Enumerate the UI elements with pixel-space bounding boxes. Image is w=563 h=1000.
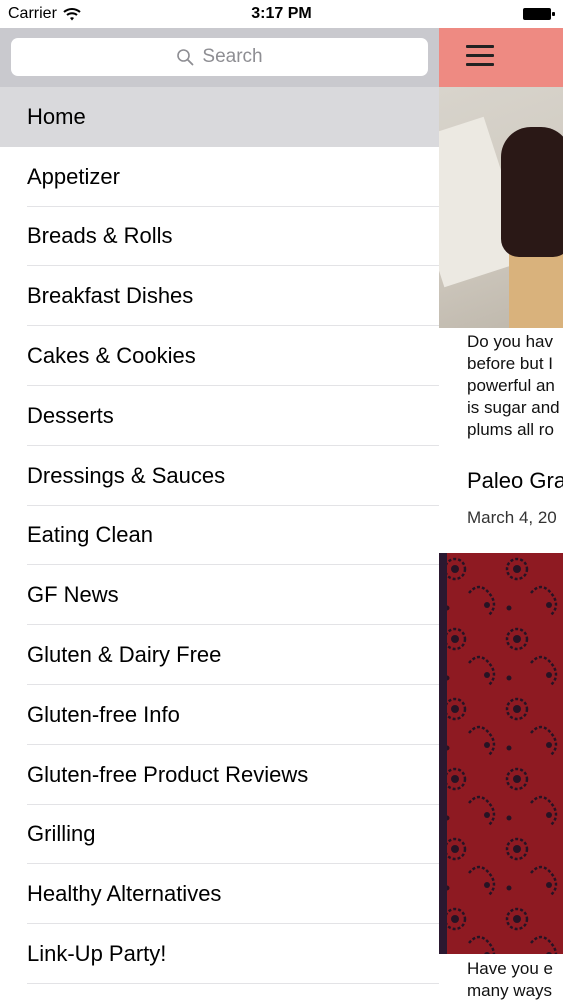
post-title[interactable]: Paleo Gra [467, 468, 563, 494]
menu-item-appetizer[interactable]: Appetizer [0, 147, 439, 207]
menu-item-gluten-free-product-reviews[interactable]: Gluten-free Product Reviews [0, 745, 439, 805]
post-excerpt: Have you e many ways [467, 958, 553, 1000]
excerpt-line: plums all ro [467, 420, 554, 439]
search-icon [177, 49, 194, 66]
menu-item-grilling[interactable]: Grilling [0, 805, 439, 865]
category-list: Home Appetizer Breads & Rolls Breakfast … [0, 87, 439, 984]
excerpt-line: Have you e [467, 959, 553, 978]
battery-icon [523, 8, 555, 20]
menu-item-link-up-party[interactable]: Link-Up Party! [0, 924, 439, 984]
hamburger-menu-icon[interactable] [466, 45, 494, 67]
post-excerpt: Do you hav before but I powerful an is s… [467, 331, 563, 441]
side-menu: Search Home Appetizer Breads & Rolls Bre… [0, 0, 439, 1000]
menu-item-gluten-dairy-free[interactable]: Gluten & Dairy Free [0, 625, 439, 685]
excerpt-line: before but I [467, 354, 554, 373]
menu-item-home[interactable]: Home [0, 87, 439, 147]
excerpt-line: Do you hav [467, 332, 553, 351]
menu-item-breads-rolls[interactable]: Breads & Rolls [0, 207, 439, 267]
search-placeholder: Search [202, 46, 263, 67]
status-time: 3:17 PM [251, 5, 312, 22]
menu-item-eating-clean[interactable]: Eating Clean [0, 506, 439, 566]
main-content: Do you hav before but I powerful an is s… [439, 0, 563, 1000]
menu-item-gluten-free-info[interactable]: Gluten-free Info [0, 685, 439, 745]
excerpt-line: many ways [467, 981, 553, 1000]
excerpt-line: powerful an [467, 376, 555, 395]
menu-item-breakfast-dishes[interactable]: Breakfast Dishes [0, 266, 439, 326]
excerpt-line: is sugar and [467, 398, 560, 417]
menu-item-desserts[interactable]: Desserts [0, 386, 439, 446]
menu-item-gf-news[interactable]: GF News [0, 565, 439, 625]
nav-bar [439, 28, 563, 87]
menu-item-dressings-sauces[interactable]: Dressings & Sauces [0, 446, 439, 506]
post-image[interactable] [439, 553, 563, 954]
menu-item-cakes-cookies[interactable]: Cakes & Cookies [0, 326, 439, 386]
search-input[interactable]: Search [11, 38, 428, 76]
status-bar: Carrier 3:17 PM [0, 0, 563, 28]
search-bar: Search [0, 28, 439, 87]
menu-item-healthy-alternatives[interactable]: Healthy Alternatives [0, 864, 439, 924]
post-date: March 4, 20 [467, 508, 557, 527]
post-image[interactable] [439, 87, 563, 328]
